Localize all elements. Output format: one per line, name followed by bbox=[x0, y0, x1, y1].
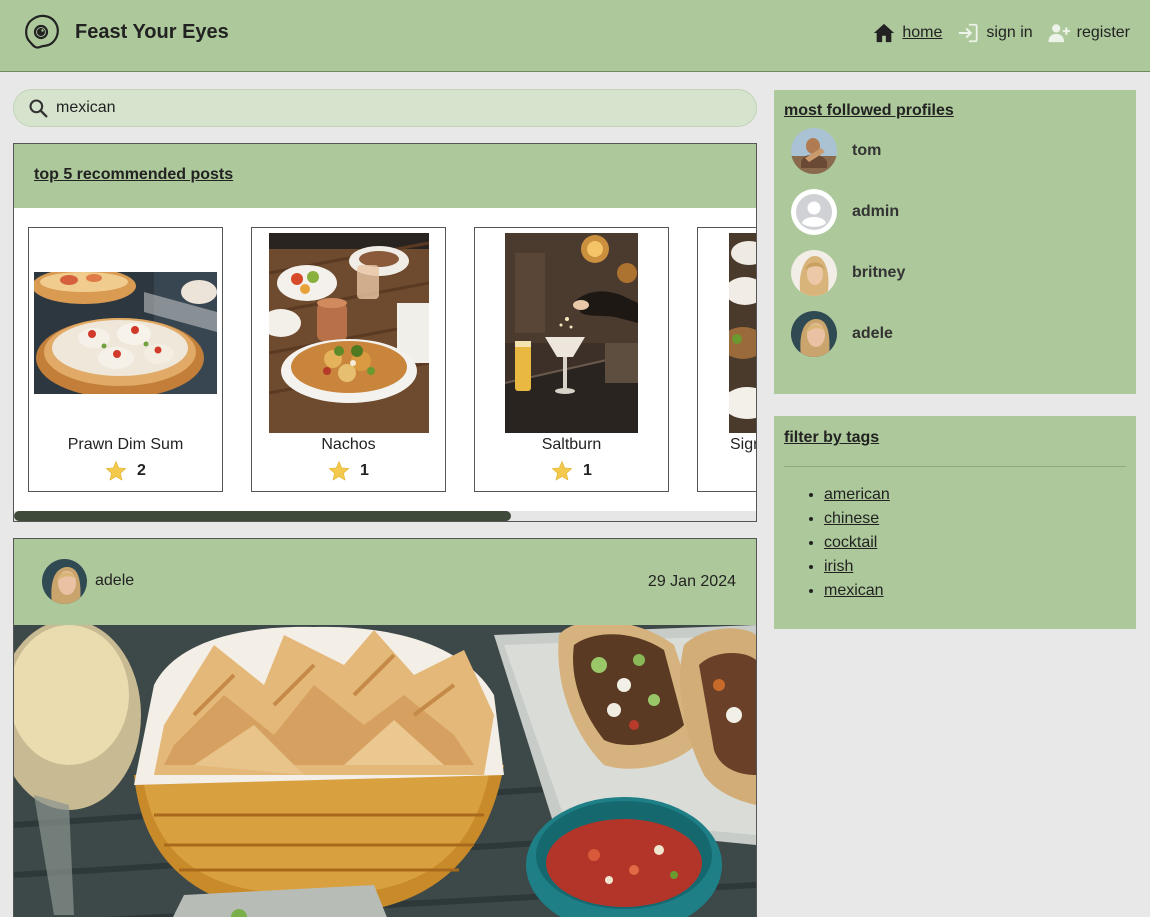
feed-post[interactable]: adele 29 Jan 2024 bbox=[13, 538, 757, 917]
post-card-rating-value: 2 bbox=[137, 462, 146, 479]
tag-item: cocktail bbox=[824, 531, 1126, 555]
avatar[interactable] bbox=[791, 310, 837, 357]
feed-post-header: adele 29 Jan 2024 bbox=[14, 539, 756, 625]
profile-name: tom bbox=[852, 141, 882, 159]
post-card-image bbox=[505, 233, 638, 433]
carousel-scrollbar-thumb[interactable] bbox=[14, 511, 512, 521]
nav-home[interactable]: home bbox=[873, 22, 942, 44]
tag-link-chinese[interactable]: chinese bbox=[824, 510, 879, 527]
search-input[interactable] bbox=[56, 99, 716, 117]
brand-name: Feast Your Eyes bbox=[75, 20, 229, 43]
profile-name: admin bbox=[852, 202, 900, 220]
star-icon bbox=[328, 461, 350, 481]
profile-name: britney bbox=[852, 263, 906, 281]
post-card-title: Saltburn bbox=[541, 436, 602, 453]
profile-name: adele bbox=[852, 324, 893, 342]
brand[interactable]: Feast Your Eyes bbox=[22, 12, 229, 52]
recommended-posts-panel: top 5 recommended posts Prawn Dim Sum 2 … bbox=[13, 143, 757, 522]
post-author[interactable]: adele bbox=[95, 572, 134, 590]
star-icon bbox=[551, 461, 573, 481]
post-card-image bbox=[269, 233, 429, 433]
top-navbar: Feast Your Eyes home sign in register bbox=[0, 0, 1150, 72]
post-card-image bbox=[34, 272, 217, 394]
post-card-rating: 2 bbox=[29, 460, 222, 482]
recommended-posts-carousel[interactable]: Prawn Dim Sum 2 Nachos 1 Saltburn 1 Sig bbox=[14, 227, 756, 492]
tag-item: american bbox=[824, 483, 1126, 507]
filter-tags-title: filter by tags bbox=[784, 429, 880, 446]
post-card-rating: 1 bbox=[252, 460, 445, 482]
filter-tags-panel: filter by tags american chinese cocktail… bbox=[774, 416, 1136, 629]
post-card-rating-value: 1 bbox=[583, 462, 592, 479]
nav-register-label: register bbox=[1076, 24, 1130, 41]
avatar[interactable] bbox=[42, 559, 87, 604]
post-card-title: Prawn Dim Sum bbox=[67, 436, 184, 453]
recommended-posts-title: top 5 recommended posts bbox=[34, 166, 234, 183]
search-bar[interactable] bbox=[13, 89, 757, 127]
register-icon bbox=[1048, 24, 1070, 43]
tag-item: irish bbox=[824, 555, 1126, 579]
tag-link-mexican[interactable]: mexican bbox=[824, 582, 884, 599]
post-card[interactable]: Nachos 1 bbox=[251, 227, 446, 492]
profile-item-tom[interactable]: tom bbox=[784, 120, 1126, 181]
search-icon bbox=[29, 99, 48, 118]
nav-home-label: home bbox=[902, 24, 943, 41]
post-card-image bbox=[729, 233, 756, 433]
tag-link-cocktail[interactable]: cocktail bbox=[824, 534, 877, 551]
post-card[interactable]: Saltburn 1 bbox=[474, 227, 669, 492]
avatar[interactable] bbox=[791, 249, 837, 296]
fried-egg-logo-icon bbox=[25, 14, 59, 49]
carousel-scrollbar[interactable] bbox=[14, 511, 756, 521]
most-followed-title: most followed profiles bbox=[784, 102, 954, 119]
avatar[interactable] bbox=[791, 127, 837, 174]
profile-item-britney[interactable]: britney bbox=[784, 242, 1126, 303]
sign-in-icon bbox=[959, 23, 979, 43]
avatar[interactable] bbox=[791, 188, 837, 235]
post-card[interactable]: Sign bbox=[697, 227, 756, 492]
tag-link-irish[interactable]: irish bbox=[824, 558, 853, 575]
post-card[interactable]: Prawn Dim Sum 2 bbox=[28, 227, 223, 492]
nav-sign-in-label: sign in bbox=[986, 24, 1033, 41]
recommended-posts-header: top 5 recommended posts bbox=[14, 144, 756, 208]
post-card-rating: 1 bbox=[475, 460, 668, 482]
post-card-title: Sign bbox=[730, 436, 756, 453]
tag-list: american chinese cocktail irish mexican bbox=[784, 483, 1126, 603]
post-image bbox=[14, 620, 756, 917]
tag-item: chinese bbox=[824, 507, 1126, 531]
divider bbox=[784, 466, 1126, 467]
home-icon bbox=[874, 23, 895, 43]
post-date: 29 Jan 2024 bbox=[647, 573, 736, 590]
main-nav: home sign in register bbox=[858, 22, 1130, 44]
star-icon bbox=[105, 461, 127, 481]
post-card-rating-value: 1 bbox=[360, 462, 369, 479]
tag-link-american[interactable]: american bbox=[824, 486, 890, 503]
post-card-title: Nachos bbox=[321, 436, 376, 453]
most-followed-panel: most followed profiles tom admin britney… bbox=[774, 90, 1136, 394]
tag-item: mexican bbox=[824, 579, 1126, 603]
nav-register[interactable]: register bbox=[1048, 22, 1130, 44]
profile-item-adele[interactable]: adele bbox=[784, 303, 1126, 364]
profile-item-admin[interactable]: admin bbox=[784, 181, 1126, 242]
nav-sign-in[interactable]: sign in bbox=[957, 22, 1033, 44]
